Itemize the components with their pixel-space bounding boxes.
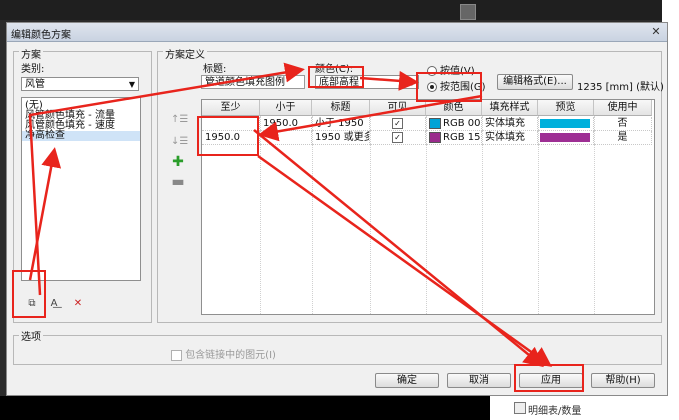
- row1-preview: [538, 117, 594, 131]
- by-range-label: 按范围(G): [440, 82, 486, 93]
- row2-in-use: 是: [594, 131, 652, 145]
- include-links-checkbox[interactable]: 包含链接中的图元(I): [171, 346, 276, 361]
- radio-icon: [427, 66, 437, 76]
- view-icon: [460, 4, 476, 20]
- add-value-icon[interactable]: ✚: [171, 155, 185, 169]
- options-group-label: 选项: [19, 328, 43, 343]
- color-select[interactable]: 底部高程 ▼: [315, 75, 419, 89]
- include-links-label: 包含链接中的图元(I): [185, 350, 276, 361]
- schedule-icon: [514, 402, 526, 414]
- row2-color[interactable]: RGB 15: [426, 131, 482, 145]
- help-button[interactable]: 帮助(H): [591, 373, 655, 388]
- title-label: 标题:: [203, 64, 227, 75]
- grid-line: [538, 116, 539, 314]
- category-select-value: 风管: [25, 79, 45, 90]
- checkbox-icon: [171, 349, 182, 361]
- scheme-list[interactable]: (无) 风管颜色填充 - 流量 风管颜色填充 - 速度 净高检查: [21, 97, 141, 281]
- row1-less[interactable]: 1950.0: [260, 117, 312, 131]
- category-label: 类别:: [21, 64, 45, 75]
- scheme-definition-label: 方案定义: [163, 46, 207, 61]
- checkbox-checked-icon[interactable]: ✓: [392, 117, 403, 129]
- chevron-down-icon: ▼: [408, 78, 415, 87]
- move-down-icon[interactable]: ↓☰: [171, 135, 188, 149]
- row1-title[interactable]: 小于 1950: [312, 117, 370, 131]
- preview-swatch: [540, 133, 590, 142]
- ok-button[interactable]: 确定: [375, 373, 439, 388]
- scheme-group-label: 方案: [19, 46, 43, 61]
- dialog-titlebar[interactable]: 编辑颜色方案 ✕: [7, 23, 667, 42]
- scheme-list-item-selected[interactable]: 净高检查: [22, 131, 140, 141]
- background-project-browser: 明细表/数量: [490, 396, 679, 420]
- remove-value-icon[interactable]: ▬: [171, 175, 185, 189]
- row2-preview: [538, 131, 594, 145]
- options-group: [13, 335, 662, 365]
- close-button[interactable]: ✕: [649, 25, 663, 38]
- row2-less[interactable]: [260, 131, 312, 145]
- row2-title[interactable]: 1950 或更多: [312, 131, 370, 145]
- row2-visible[interactable]: ✓: [370, 131, 426, 145]
- background-top-bar: [0, 0, 679, 20]
- column-header-preview[interactable]: 预览: [538, 100, 594, 116]
- move-up-icon[interactable]: ↑☰: [171, 113, 188, 127]
- grid-line: [370, 116, 371, 314]
- color-label: 颜色(C):: [315, 64, 354, 75]
- preview-swatch: [540, 119, 590, 128]
- title-input[interactable]: 管道颜色填充图例: [201, 75, 305, 89]
- column-header-visible[interactable]: 可见: [370, 100, 426, 116]
- color-select-value: 底部高程: [319, 77, 359, 88]
- grid-line: [594, 116, 595, 314]
- row1-in-use: 否: [594, 117, 652, 131]
- grid-line: [260, 116, 261, 314]
- row1-color[interactable]: RGB 00: [426, 117, 482, 131]
- grid-line: [482, 116, 483, 314]
- row1-min[interactable]: [202, 117, 260, 131]
- row1-color-text: RGB 00: [443, 118, 481, 129]
- radio-selected-icon: [427, 82, 437, 92]
- rename-icon[interactable]: A͟: [47, 297, 61, 311]
- row1-visible[interactable]: ✓: [370, 117, 426, 131]
- checkbox-checked-icon[interactable]: ✓: [392, 131, 403, 143]
- column-header-title[interactable]: 标题: [312, 100, 370, 116]
- schedules-node[interactable]: 明细表/数量: [528, 402, 581, 417]
- by-value-radio[interactable]: 按值(V): [427, 62, 475, 77]
- scheme-values-grid: 至少 小于 标题 可见 颜色 填充样式 预览 使用中 1950.0 小于 195…: [201, 99, 655, 315]
- row2-color-text: RGB 15: [443, 132, 481, 143]
- column-header-fill[interactable]: 填充样式: [482, 100, 538, 116]
- cancel-button[interactable]: 取消: [447, 373, 511, 388]
- row2-fill[interactable]: 实体填充: [482, 131, 538, 145]
- column-header-min[interactable]: 至少: [202, 100, 260, 116]
- dialog-title: 编辑颜色方案: [11, 30, 71, 41]
- edit-format-button[interactable]: 编辑格式(E)...: [497, 74, 573, 90]
- apply-button[interactable]: 应用: [519, 373, 583, 388]
- edit-color-scheme-dialog: 编辑颜色方案 ✕ 方案 类别: 风管 ▼ (无) 风管颜色填充 - 流量 风管颜…: [6, 22, 668, 396]
- duplicate-icon[interactable]: ⧉: [25, 297, 39, 311]
- by-value-label: 按值(V): [440, 66, 475, 77]
- delete-icon[interactable]: ✕: [71, 297, 85, 311]
- by-range-radio[interactable]: 按范围(G): [427, 78, 486, 93]
- grid-line: [426, 116, 427, 314]
- row1-fill[interactable]: 实体填充: [482, 117, 538, 131]
- row2-min[interactable]: 1950.0: [202, 131, 260, 145]
- column-header-color[interactable]: 颜色: [426, 100, 482, 116]
- column-header-in-use[interactable]: 使用中: [594, 100, 652, 116]
- column-header-less[interactable]: 小于: [260, 100, 312, 116]
- grid-line: [312, 116, 313, 314]
- chevron-down-icon: ▼: [128, 80, 135, 89]
- units-label: 1235 [mm] (默认): [577, 82, 664, 93]
- category-select[interactable]: 风管 ▼: [21, 77, 139, 91]
- color-swatch-icon: [429, 131, 441, 143]
- color-swatch-icon: [429, 117, 441, 129]
